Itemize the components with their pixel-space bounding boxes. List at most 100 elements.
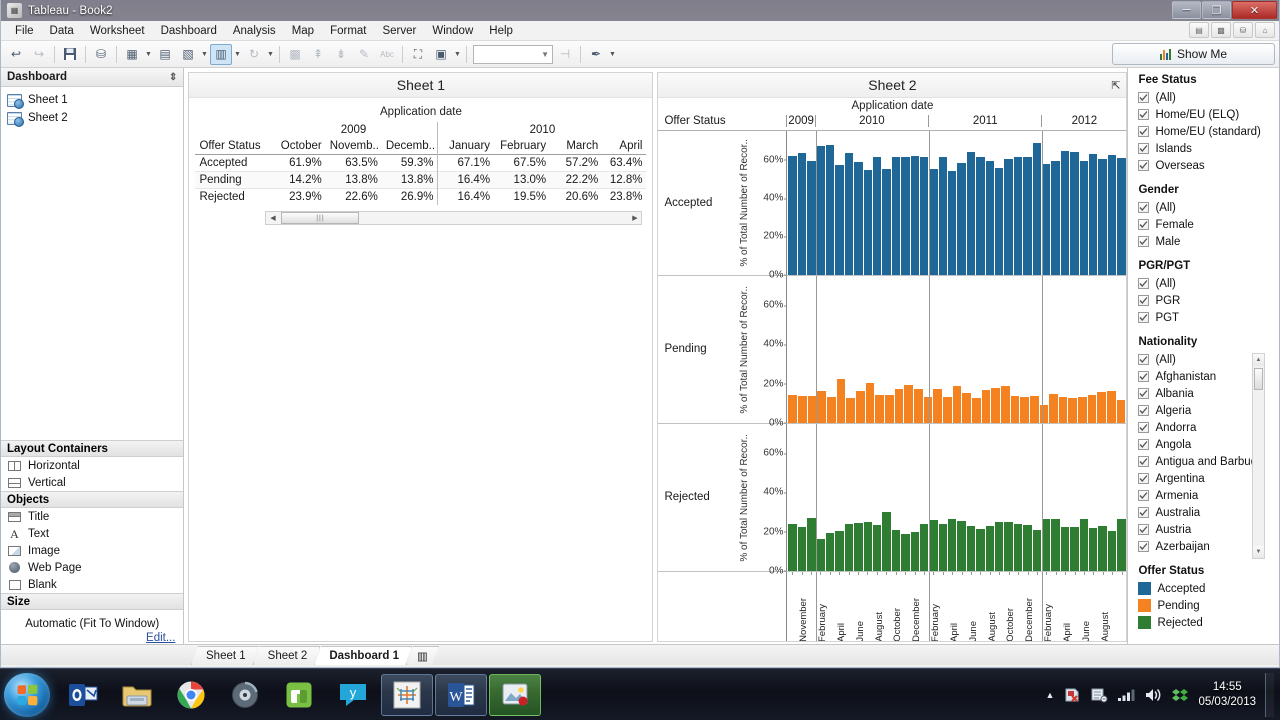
bar[interactable] xyxy=(797,152,807,275)
bar[interactable] xyxy=(826,145,835,275)
scrollbar-thumb[interactable]: ||| xyxy=(281,212,360,224)
checkbox-checked-icon[interactable] xyxy=(1138,541,1150,552)
checkbox-checked-icon[interactable] xyxy=(1138,236,1150,247)
bar[interactable] xyxy=(929,168,938,275)
bar[interactable] xyxy=(1088,154,1098,275)
menu-worksheet[interactable]: Worksheet xyxy=(82,23,153,39)
bar[interactable] xyxy=(827,397,836,423)
bar[interactable] xyxy=(1004,159,1013,275)
filter-item[interactable]: Home/EU (ELQ) xyxy=(1138,106,1279,123)
connect-to-data-button[interactable]: ⛁ xyxy=(90,44,112,65)
checkbox-checked-icon[interactable] xyxy=(1138,202,1150,213)
bar[interactable] xyxy=(910,532,919,571)
bar[interactable] xyxy=(1060,526,1070,571)
bar[interactable] xyxy=(798,395,807,423)
bar[interactable] xyxy=(894,388,904,423)
bar[interactable] xyxy=(1029,396,1039,423)
filter-item[interactable]: (All) xyxy=(1138,275,1279,292)
sidebar-item-sheet-2[interactable]: Sheet 2 xyxy=(7,109,183,127)
menu-dashboard[interactable]: Dashboard xyxy=(153,23,225,39)
bar[interactable] xyxy=(1023,156,1032,275)
bar[interactable] xyxy=(865,383,875,423)
bar[interactable] xyxy=(1088,527,1098,571)
bar[interactable] xyxy=(1070,527,1079,571)
bar[interactable] xyxy=(844,153,854,275)
bar[interactable] xyxy=(816,538,825,571)
bar[interactable] xyxy=(904,384,913,423)
home-icon[interactable]: ⌂ xyxy=(1255,22,1275,38)
plot-area-pending[interactable] xyxy=(786,275,1127,423)
bar[interactable] xyxy=(942,396,952,423)
bar[interactable] xyxy=(1032,142,1041,275)
expand-icon[interactable]: ⇱ xyxy=(1111,79,1120,92)
fit-combo-box[interactable]: ▼ xyxy=(473,44,553,64)
plot-area-rejected[interactable] xyxy=(786,423,1127,571)
checkbox-checked-icon[interactable] xyxy=(1138,490,1150,501)
checkbox-checked-icon[interactable] xyxy=(1138,473,1150,484)
sidebar-item-title[interactable]: Title xyxy=(1,508,183,525)
bar[interactable] xyxy=(788,524,797,571)
checkbox-checked-icon[interactable] xyxy=(1138,354,1150,365)
new-worksheet-button[interactable]: ▦ xyxy=(121,44,143,65)
menu-map[interactable]: Map xyxy=(284,23,322,39)
refresh-caret-icon[interactable]: ▼ xyxy=(266,44,275,65)
bar[interactable] xyxy=(971,397,981,423)
bar[interactable] xyxy=(919,157,929,275)
fix-axes-button[interactable]: ⊣ xyxy=(554,44,576,65)
yammer-taskbar-icon[interactable]: y xyxy=(327,674,379,716)
bar[interactable] xyxy=(938,157,948,275)
bar[interactable] xyxy=(976,529,985,571)
sidebar-item-blank[interactable]: Blank xyxy=(1,576,183,593)
bar[interactable] xyxy=(933,389,942,423)
clear-sheet-caret-icon[interactable]: ▼ xyxy=(200,44,209,65)
evernote-taskbar-icon[interactable] xyxy=(273,674,325,716)
bar[interactable] xyxy=(1004,521,1013,571)
table-row[interactable]: Accepted 61.9% 63.5% 59.3% 67.1% 67.5% 5… xyxy=(195,154,647,172)
bar[interactable] xyxy=(891,157,901,275)
sidebar-item-vertical[interactable]: Vertical xyxy=(1,474,183,491)
nationality-scrollbar[interactable]: ▲ ▼ xyxy=(1252,353,1265,559)
bar[interactable] xyxy=(962,392,971,423)
data-source-icon[interactable]: ▤ xyxy=(1189,22,1209,38)
bar[interactable] xyxy=(863,169,872,275)
menu-format[interactable]: Format xyxy=(322,23,374,39)
checkbox-checked-icon[interactable] xyxy=(1138,278,1150,289)
sort-descending-button[interactable]: ⇟ xyxy=(330,44,352,65)
forward-button[interactable]: ↪ xyxy=(28,44,50,65)
bar[interactable] xyxy=(836,379,846,423)
checkbox-checked-icon[interactable] xyxy=(1138,92,1150,103)
bar[interactable] xyxy=(875,395,884,423)
presentation-mode-button[interactable]: ⛶ xyxy=(407,44,429,65)
menu-window[interactable]: Window xyxy=(424,23,481,39)
bar[interactable] xyxy=(995,522,1004,571)
back-button[interactable]: ↩ xyxy=(5,44,27,65)
legend-item[interactable]: Pending xyxy=(1138,597,1279,614)
refresh-button[interactable]: ↻ xyxy=(243,44,265,65)
format-caret-icon[interactable]: ▼ xyxy=(608,44,617,65)
grid-icon[interactable]: ▩ xyxy=(1211,22,1231,38)
bar[interactable] xyxy=(1041,163,1051,275)
checkbox-checked-icon[interactable] xyxy=(1138,405,1150,416)
checkbox-checked-icon[interactable] xyxy=(1138,126,1150,137)
filter-item[interactable]: (All) xyxy=(1138,199,1279,216)
security-icon[interactable] xyxy=(1063,687,1081,703)
scrollbar-thumb[interactable] xyxy=(1254,368,1263,390)
swap-rows-cols-button[interactable]: ▩ xyxy=(284,44,306,65)
bar[interactable] xyxy=(1000,385,1010,423)
bar[interactable] xyxy=(863,521,872,571)
bar[interactable] xyxy=(1097,391,1107,423)
bar[interactable] xyxy=(797,526,807,571)
bar[interactable] xyxy=(1107,531,1117,571)
bar[interactable] xyxy=(882,512,891,571)
network-share-icon[interactable] xyxy=(1090,687,1108,703)
dropbox-icon[interactable] xyxy=(1171,687,1189,703)
table-row[interactable]: Rejected 23.9% 22.6% 26.9% 16.4% 19.5% 2… xyxy=(195,188,647,205)
table-row[interactable]: Pending 14.2% 13.8% 13.8% 16.4% 13.0% 22… xyxy=(195,171,647,189)
bar[interactable] xyxy=(854,523,863,571)
bar[interactable] xyxy=(788,395,798,423)
bar[interactable] xyxy=(901,157,910,275)
checkbox-checked-icon[interactable] xyxy=(1138,422,1150,433)
media-taskbar-icon[interactable] xyxy=(219,674,271,716)
show-me-button[interactable]: Show Me xyxy=(1112,43,1275,65)
bar[interactable] xyxy=(882,169,891,275)
